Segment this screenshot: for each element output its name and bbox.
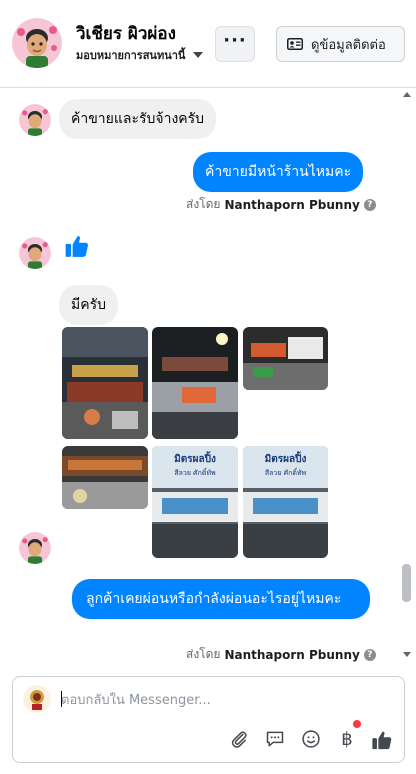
outgoing-message: ค้าขายมีหน้าร้านไหมคะ: [193, 152, 364, 192]
sent-by-label: ส่งโดย Nanthaporn Pbunny ?: [186, 195, 376, 214]
contact-avatar-small: [19, 104, 51, 136]
contact-name[interactable]: วิเชียร ผิวผ่อง: [76, 20, 176, 47]
shop-sign-subtext: สีลวย ศักดิ์ทัพ: [264, 469, 307, 477]
conversation-header: วิเชียร ผิวผ่อง มอบหมายการสนทนานี้ ··· ด…: [0, 0, 416, 88]
shop-sign-text: มิตรผลปิ้ง: [264, 454, 307, 465]
baht-icon[interactable]: ฿: [335, 727, 359, 751]
outgoing-message: ลูกค้าเคยผ่อนหรือกำลังผ่อนอะไรอยู่ไหมคะ: [72, 579, 370, 619]
shop-sign-text: มิตรผลปิ้ง: [174, 454, 216, 465]
contact-card-icon: [287, 38, 303, 50]
paperclip-icon[interactable]: [227, 727, 251, 751]
shared-photo[interactable]: [243, 327, 328, 390]
contact-avatar-small: [19, 237, 51, 269]
notification-dot: [353, 720, 361, 728]
question-mark-icon[interactable]: ?: [363, 648, 376, 661]
sent-by-name: Nanthaporn Pbunny: [224, 197, 360, 212]
shop-sign-subtext: สีลวย ศักดิ์ทัพ: [174, 469, 216, 477]
more-options-button[interactable]: ···: [215, 26, 255, 62]
speech-bubble-icon[interactable]: [263, 727, 287, 751]
scroll-down-arrow-icon[interactable]: [403, 652, 411, 657]
chevron-down-icon: [193, 52, 204, 58]
sent-by-label: ส่งโดย Nanthaporn Pbunny ?: [186, 645, 376, 664]
reply-input[interactable]: [61, 689, 381, 711]
assign-conversation-label: มอบหมายการสนทนานี้: [76, 49, 186, 62]
thumbs-up-icon[interactable]: [369, 727, 395, 753]
page-avatar: [23, 685, 51, 713]
incoming-message: ค้าขายและรับจ้างครับ: [59, 99, 217, 139]
sent-by-name: Nanthaporn Pbunny: [224, 647, 360, 662]
sent-by-prefix: ส่งโดย: [186, 197, 221, 211]
emoji-icon[interactable]: [299, 727, 323, 751]
assign-conversation-dropdown[interactable]: มอบหมายการสนทนานี้: [76, 46, 204, 64]
view-contact-info-label: ดูข้อมูลติดต่อ: [311, 37, 386, 53]
shared-photo[interactable]: มิตรผลปิ้ง สีลวย ศักดิ์ทัพ: [243, 446, 328, 558]
sent-by-prefix: ส่งโดย: [186, 647, 221, 661]
scroll-up-arrow-icon[interactable]: [403, 92, 411, 97]
view-contact-info-button[interactable]: ดูข้อมูลติดต่อ: [276, 26, 405, 62]
scrollbar-thumb[interactable]: [402, 564, 411, 602]
text-cursor: [61, 691, 62, 707]
thumbs-up-icon: [64, 233, 90, 263]
shared-photo[interactable]: [62, 327, 148, 439]
shared-photo[interactable]: [62, 446, 148, 509]
more-options-label: ···: [223, 30, 247, 51]
incoming-message: มีครับ: [59, 285, 118, 325]
shared-photo[interactable]: [152, 327, 238, 439]
shared-photo[interactable]: มิตรผลปิ้ง สีลวย ศักดิ์ทัพ: [152, 446, 238, 558]
contact-avatar-small: [19, 532, 51, 564]
question-mark-icon[interactable]: ?: [363, 198, 376, 211]
contact-avatar[interactable]: [12, 18, 62, 68]
message-composer: ฿: [12, 676, 405, 763]
